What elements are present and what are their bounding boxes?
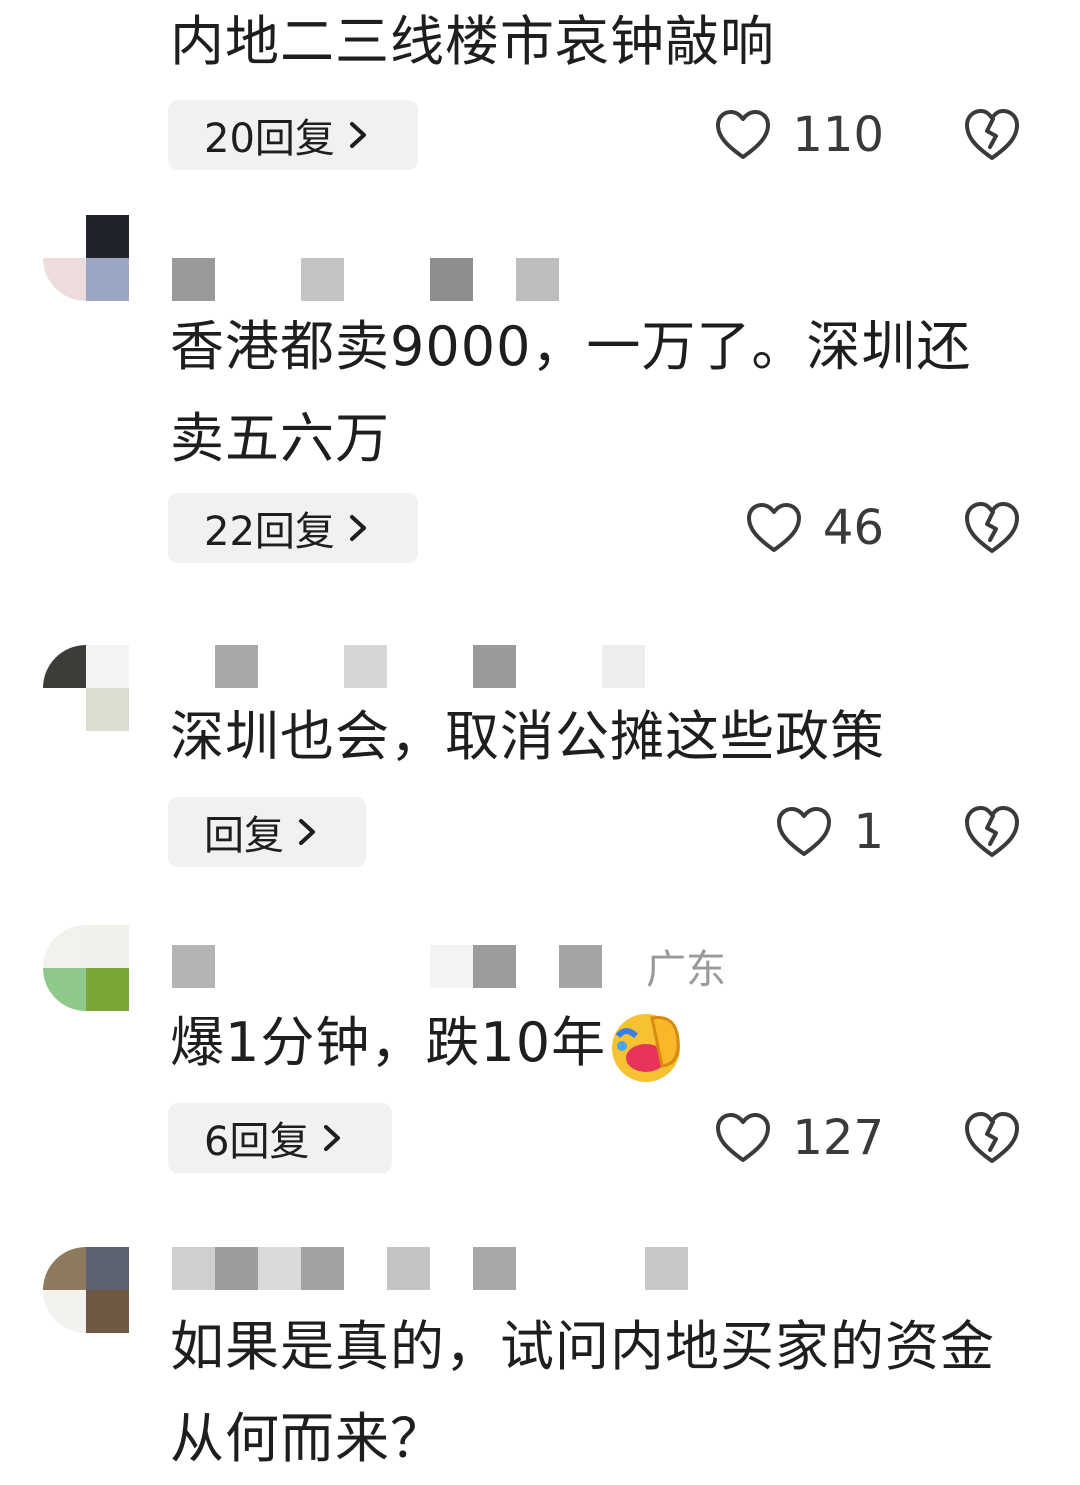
avatar[interactable] — [43, 645, 129, 731]
reply-label: 回复 — [204, 813, 284, 859]
username-pixelated[interactable] — [172, 258, 752, 302]
comment-text-content: 爆1分钟，跌10年 — [170, 1011, 607, 1074]
heart-outline-icon — [746, 503, 801, 552]
chevron-right-icon — [349, 515, 366, 541]
broken-heart-icon[interactable] — [962, 804, 1022, 860]
reply-label: 22回复 — [204, 509, 335, 555]
like-count: 46 — [822, 500, 884, 556]
reply-button[interactable]: 22回复 — [168, 493, 418, 563]
like-count: 1 — [853, 804, 884, 860]
reply-button[interactable]: 6回复 — [168, 1103, 392, 1173]
comment-text: 如果是真的，试问内地买家的资金从何而来？ — [170, 1315, 995, 1470]
username-pixelated[interactable]: 广东 — [172, 945, 752, 993]
chevron-right-icon — [349, 122, 366, 148]
comment-text: 香港都卖9000，一万了。深圳还卖五六万 — [170, 315, 972, 470]
username-location: 广东 — [646, 947, 726, 993]
avatar[interactable] — [43, 215, 129, 301]
reply-button[interactable]: 回复 — [168, 797, 366, 867]
avatar[interactable] — [43, 1247, 129, 1333]
like-count: 110 — [792, 107, 884, 163]
comment-text: 深圳也会，取消公摊这些政策 — [170, 705, 885, 768]
broken-heart-icon[interactable] — [962, 107, 1022, 163]
like-button[interactable]: 46 — [745, 493, 884, 563]
broken-heart-icon[interactable] — [962, 1110, 1022, 1166]
like-count: 127 — [792, 1110, 884, 1166]
facepalm-laugh-emoji — [612, 1014, 681, 1083]
username-pixelated[interactable] — [172, 645, 752, 689]
heart-outline-icon — [716, 1113, 771, 1162]
chevron-right-icon — [324, 1125, 341, 1151]
like-button[interactable]: 110 — [714, 100, 884, 170]
broken-heart-icon[interactable] — [962, 500, 1022, 556]
reply-label: 20回复 — [204, 116, 335, 162]
heart-outline-icon — [777, 807, 832, 856]
reply-button[interactable]: 20回复 — [168, 100, 418, 170]
username-pixelated[interactable] — [172, 1247, 752, 1291]
chevron-right-icon — [299, 819, 315, 845]
avatar[interactable] — [43, 925, 129, 1011]
like-button[interactable]: 127 — [714, 1103, 884, 1173]
reply-label: 6回复 — [204, 1119, 310, 1165]
comment-text: 爆1分钟，跌10年 — [170, 997, 1020, 1089]
heart-outline-icon — [716, 110, 771, 159]
like-button[interactable]: 1 — [775, 797, 884, 867]
comment-text: 内地二三线楼市哀钟敲响 — [170, 10, 775, 73]
